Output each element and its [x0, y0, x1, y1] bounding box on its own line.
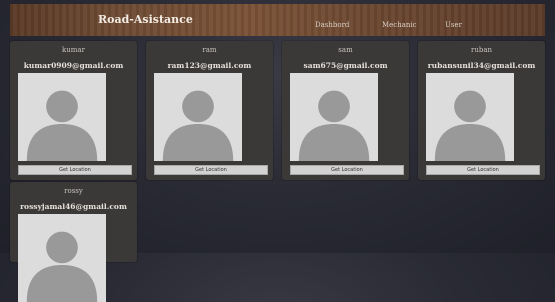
user-email: sam675@gmail.com	[303, 61, 388, 70]
user-avatar-icon	[18, 214, 106, 302]
user-email: rubansunil34@gmail.com	[427, 61, 536, 70]
user-name: kumar	[62, 46, 85, 54]
get-location-button[interactable]: Get Location	[18, 165, 132, 175]
user-email: rossyjamal46@gmail.com	[20, 202, 127, 211]
user-card-sam: sam sam675@gmail.com Get Location	[282, 41, 409, 180]
user-name: rossy	[64, 187, 83, 195]
navbar: Road-Asistance Dashbord Mechanic User	[10, 4, 545, 36]
user-avatar-icon	[426, 73, 514, 161]
user-card-ram: ram ram123@gmail.com Get Location	[146, 41, 273, 180]
user-avatar-icon	[290, 73, 378, 161]
user-name: ruban	[470, 46, 493, 54]
nav-mechanic-link[interactable]: Mechanic	[382, 21, 417, 29]
get-location-button[interactable]: Get Location	[426, 165, 540, 175]
user-avatar-icon	[154, 73, 242, 161]
get-location-button[interactable]: Get Location	[290, 165, 404, 175]
nav-user-link[interactable]: User	[445, 21, 462, 29]
user-card-rossy: rossy rossyjamal46@gmail.com	[10, 182, 137, 302]
brand-title[interactable]: Road-Asistance	[98, 13, 193, 26]
user-card-kumar: kumar kumar0909@gmail.com Get Location	[10, 41, 137, 180]
get-location-button[interactable]: Get Location	[154, 165, 268, 175]
user-card-ruban: ruban rubansunil34@gmail.com Get Locatio…	[418, 41, 545, 180]
user-name: sam	[338, 46, 353, 54]
nav-dashboard-link[interactable]: Dashbord	[315, 21, 349, 29]
user-avatar-icon	[18, 73, 106, 161]
user-email: kumar0909@gmail.com	[23, 61, 124, 70]
user-name: ram	[202, 46, 217, 54]
user-email: ram123@gmail.com	[167, 61, 252, 70]
